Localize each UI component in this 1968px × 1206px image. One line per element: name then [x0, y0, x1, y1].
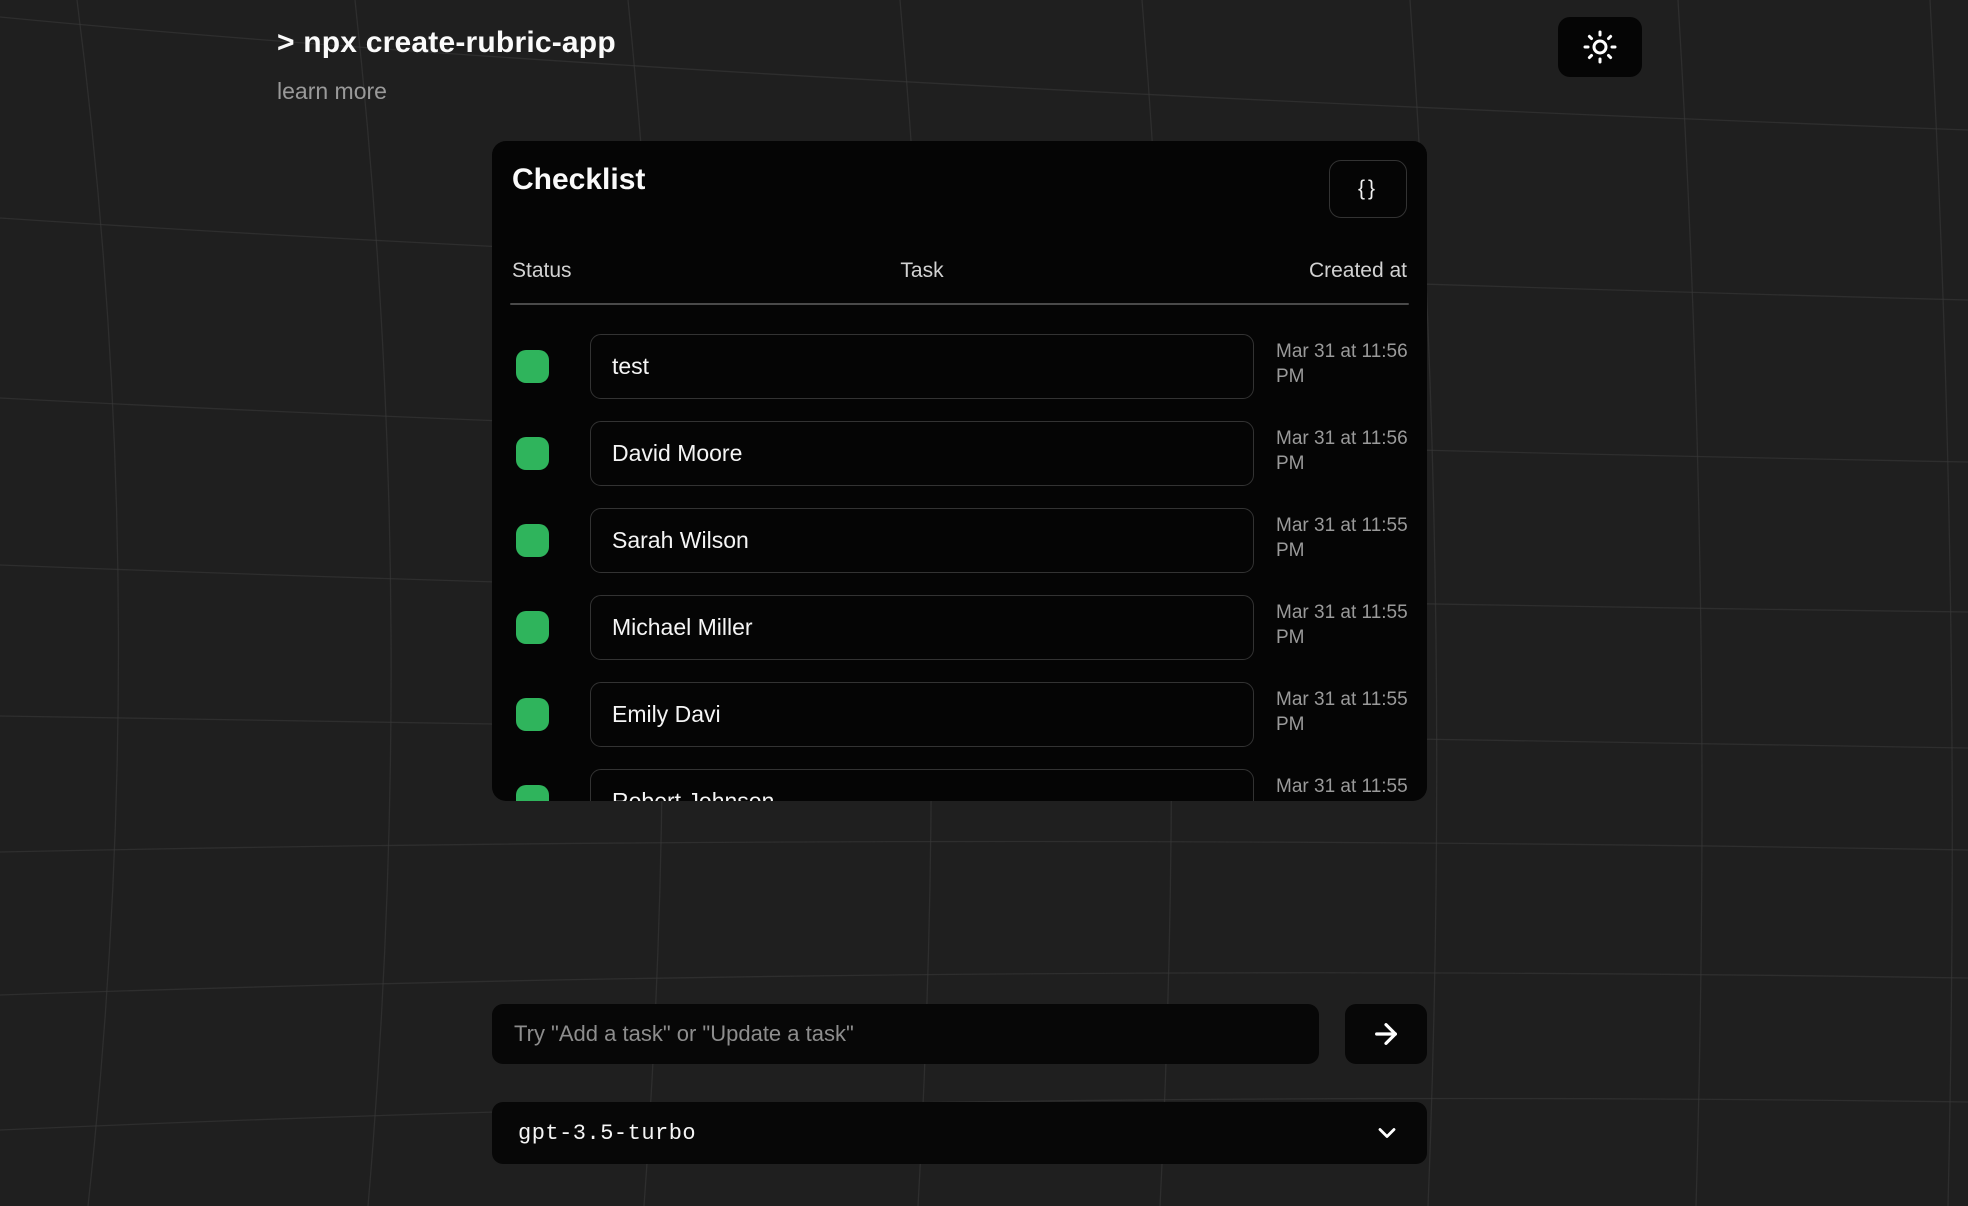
status-checkbox[interactable] — [516, 437, 549, 470]
task-input[interactable]: test — [590, 334, 1254, 399]
status-checkbox[interactable] — [516, 785, 549, 801]
header-divider — [510, 303, 1409, 305]
table-row: David Moore Mar 31 at 11:56 PM — [512, 410, 1407, 497]
created-at-text: Mar 31 at 11:55 PM — [1276, 687, 1416, 737]
submit-button[interactable] — [1345, 1004, 1427, 1064]
created-at-text: Mar 31 at 11:55 PM — [1276, 513, 1416, 563]
card-title: Checklist — [512, 163, 645, 197]
table-row: Sarah Wilson Mar 31 at 11:55 PM — [512, 497, 1407, 584]
status-checkbox[interactable] — [516, 611, 549, 644]
status-checkbox[interactable] — [516, 350, 549, 383]
created-at-text: Mar 31 at 11:56 PM — [1276, 426, 1416, 476]
task-label: test — [612, 353, 649, 380]
chevron-down-icon — [1373, 1119, 1401, 1147]
learn-more-link[interactable]: learn more — [277, 78, 387, 105]
sun-icon — [1582, 29, 1618, 65]
json-view-button[interactable]: {} — [1329, 160, 1407, 218]
created-at-text: Mar 31 at 11:55 PM — [1276, 774, 1416, 801]
app-title: > npx create-rubric-app — [277, 26, 616, 60]
table-row: Emily Davi Mar 31 at 11:55 PM — [512, 671, 1407, 758]
table-row: Robert Johnson Mar 31 at 11:55 PM — [512, 758, 1407, 801]
theme-toggle-button[interactable] — [1558, 17, 1642, 77]
model-select[interactable]: gpt-3.5-turbo — [492, 1102, 1427, 1164]
model-select-value: gpt-3.5-turbo — [518, 1121, 696, 1146]
task-input[interactable]: David Moore — [590, 421, 1254, 486]
task-input[interactable]: Robert Johnson — [590, 769, 1254, 801]
task-input[interactable]: Michael Miller — [590, 595, 1254, 660]
task-label: Sarah Wilson — [612, 527, 749, 554]
task-label: David Moore — [612, 440, 742, 467]
braces-icon: {} — [1358, 177, 1378, 201]
table-row: test Mar 31 at 11:56 PM — [512, 323, 1407, 410]
task-label: Michael Miller — [612, 614, 753, 641]
created-at-text: Mar 31 at 11:56 PM — [1276, 339, 1416, 389]
column-header-status: Status — [512, 259, 572, 283]
task-command-input[interactable] — [492, 1004, 1319, 1064]
created-at-text: Mar 31 at 11:55 PM — [1276, 600, 1416, 650]
table-row: Michael Miller Mar 31 at 11:55 PM — [512, 584, 1407, 671]
checklist-card: Checklist {} Status Task Created at test… — [492, 141, 1427, 801]
arrow-right-icon — [1370, 1018, 1402, 1050]
task-label: Robert Johnson — [612, 788, 774, 801]
task-input[interactable]: Sarah Wilson — [590, 508, 1254, 573]
column-header-task: Task — [590, 259, 1254, 283]
task-list: test Mar 31 at 11:56 PM David Moore Mar … — [512, 323, 1407, 801]
task-label: Emily Davi — [612, 701, 721, 728]
task-input[interactable]: Emily Davi — [590, 682, 1254, 747]
status-checkbox[interactable] — [516, 524, 549, 557]
table-header: Status Task Created at — [512, 259, 1407, 287]
column-header-created-at: Created at — [1276, 259, 1407, 283]
status-checkbox[interactable] — [516, 698, 549, 731]
